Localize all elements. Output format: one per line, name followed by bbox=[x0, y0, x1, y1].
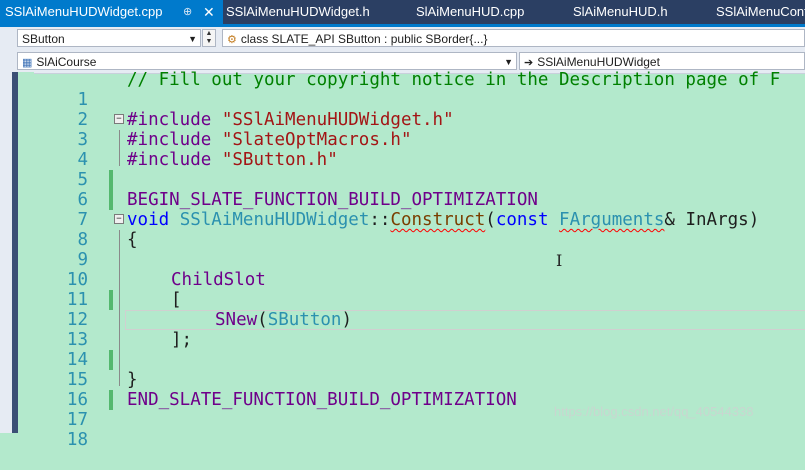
brace: { bbox=[127, 230, 138, 250]
code-line-6: 6 bbox=[34, 170, 88, 210]
macro: END_SLATE_FUNCTION_BUILD_OPTIMIZATION bbox=[127, 390, 517, 410]
macro: BEGIN_SLATE_FUNCTION_BUILD_OPTIMIZATION bbox=[127, 190, 538, 210]
scope-spinner[interactable]: ▲ ▼ bbox=[202, 29, 216, 47]
tab-label: SlAiMenuHUD.h bbox=[573, 4, 668, 19]
paren: ( bbox=[257, 310, 268, 330]
code-line-5: 5 #include "SButton.h" bbox=[34, 150, 338, 210]
string-literal: "SButton.h" bbox=[221, 150, 338, 170]
change-marker bbox=[109, 390, 113, 410]
code-line-16: 16 } bbox=[34, 370, 138, 410]
code-line-12: 12 [ bbox=[34, 290, 182, 330]
code-text: // Fill out your copyright notice in the… bbox=[127, 70, 781, 90]
identifier: ChildSlot bbox=[171, 270, 266, 290]
tab-label: SSlAiMenuHUDWidget.h bbox=[226, 4, 370, 19]
code-line-4: 4 #include "SlateOptMacros.h" bbox=[34, 130, 412, 190]
params: & InArgs) bbox=[664, 210, 760, 230]
tab-sslaimenucontroller[interactable]: SSlAiMenuContro bbox=[716, 0, 805, 24]
left-toolbox-strip bbox=[0, 72, 12, 433]
type-name: SButton bbox=[267, 310, 342, 330]
preprocessor: #include bbox=[127, 150, 212, 170]
code-line-14: 14 ]; bbox=[34, 330, 192, 370]
tab-slaimenuhud-cpp[interactable]: SlAiMenuHUD.cpp bbox=[416, 0, 524, 24]
code-line-3: 3 − #include "SSlAiMenuHUDWidget.h" bbox=[34, 110, 453, 150]
code-line-11: 11 ChildSlot bbox=[34, 270, 266, 310]
scope-combo[interactable]: SButton ▼ bbox=[17, 29, 201, 47]
bracket: [ bbox=[171, 290, 182, 310]
member-combo-value: class SLATE_API SButton : public SBorder… bbox=[240, 32, 488, 46]
code-editor[interactable]: 1 // Fill out your copyright notice in t… bbox=[34, 68, 805, 450]
code-line-15: 15 bbox=[34, 350, 113, 410]
code-line-9: 9 { bbox=[34, 230, 137, 270]
code-line-13: 13 SNew(SButton) bbox=[34, 310, 352, 370]
class-icon: ⚙ bbox=[227, 34, 237, 46]
fold-collapse-icon[interactable]: − bbox=[114, 214, 124, 224]
code-line-18: 18 bbox=[34, 410, 88, 450]
project-combo-value: SlAiCourse bbox=[36, 55, 97, 69]
keyword: void bbox=[127, 210, 170, 230]
code-line-17: 17 END_SLATE_FUNCTION_BUILD_OPTIMIZATION bbox=[34, 390, 517, 430]
tab-sslaimenuhudwidget-cpp[interactable]: SSlAiMenuHUDWidget.cpp ⊕ ✕ bbox=[0, 0, 223, 24]
paren: ) bbox=[341, 310, 353, 330]
indicator-margin bbox=[18, 72, 34, 433]
paren: ( bbox=[485, 210, 496, 230]
code-line-7: 7 BEGIN_SLATE_FUNCTION_BUILD_OPTIMIZATIO… bbox=[34, 190, 537, 230]
scope-operator: :: bbox=[369, 210, 391, 230]
preprocessor: #include bbox=[127, 130, 212, 150]
bracket: ]; bbox=[171, 330, 193, 350]
pin-icon[interactable]: ⊕ bbox=[183, 0, 192, 24]
fold-guide bbox=[119, 130, 120, 166]
change-marker bbox=[109, 350, 113, 370]
code-line-2: 2 bbox=[34, 90, 88, 130]
function-name: Construct bbox=[390, 210, 486, 230]
document-tab-strip: SSlAiMenuHUDWidget.cpp ⊕ ✕ SSlAiMenuHUDW… bbox=[0, 0, 805, 24]
brace: } bbox=[127, 370, 138, 390]
scope-combo-value: SButton bbox=[22, 32, 65, 46]
fold-collapse-icon[interactable]: − bbox=[114, 114, 124, 124]
class-name: SSlAiMenuHUDWidget bbox=[179, 210, 370, 230]
watermark: https://blog.csdn.net/qq_40544338 bbox=[554, 404, 754, 419]
code-line-10: 10 bbox=[34, 250, 113, 310]
ibeam-cursor-icon: I bbox=[556, 251, 563, 270]
string-literal: "SSlAiMenuHUDWidget.h" bbox=[221, 110, 454, 130]
navigation-bar-scope: SButton ▼ ▲ ▼ ⚙ class SLATE_API SButton : … bbox=[0, 27, 805, 51]
preprocessor: #include bbox=[127, 110, 212, 130]
keyword: const bbox=[495, 210, 549, 230]
close-icon[interactable]: ✕ bbox=[203, 0, 215, 24]
tab-label: SlAiMenuHUD.cpp bbox=[416, 4, 525, 19]
code-line-8: 8 − void SSlAiMenuHUDWidget::Construct(c… bbox=[34, 210, 759, 250]
tab-label: SSlAiMenuContro bbox=[716, 4, 805, 19]
tab-label: SSlAiMenuHUDWidget.cpp bbox=[5, 4, 163, 19]
tab-sslaimenuhudwidget-h[interactable]: SSlAiMenuHUDWidget.h bbox=[226, 0, 370, 24]
file-combo-value: SSlAiMenuHUDWidget bbox=[537, 55, 660, 69]
change-marker bbox=[109, 290, 113, 310]
change-marker bbox=[109, 190, 113, 210]
chevron-down-icon: ▼ bbox=[188, 34, 197, 44]
code-line-1: 1 // Fill out your copyright notice in t… bbox=[34, 70, 780, 110]
type-name: FArguments bbox=[559, 210, 665, 230]
member-combo[interactable]: ⚙ class SLATE_API SButton : public SBorde… bbox=[222, 29, 805, 47]
macro: SNew bbox=[215, 310, 258, 330]
string-literal: "SlateOptMacros.h" bbox=[221, 130, 412, 150]
line-number: 18 bbox=[66, 430, 88, 450]
tab-slaimenuhud-h[interactable]: SlAiMenuHUD.h bbox=[573, 0, 668, 24]
fold-guide bbox=[119, 230, 120, 386]
change-marker bbox=[109, 170, 113, 190]
project-icon: ▦ bbox=[22, 57, 33, 69]
